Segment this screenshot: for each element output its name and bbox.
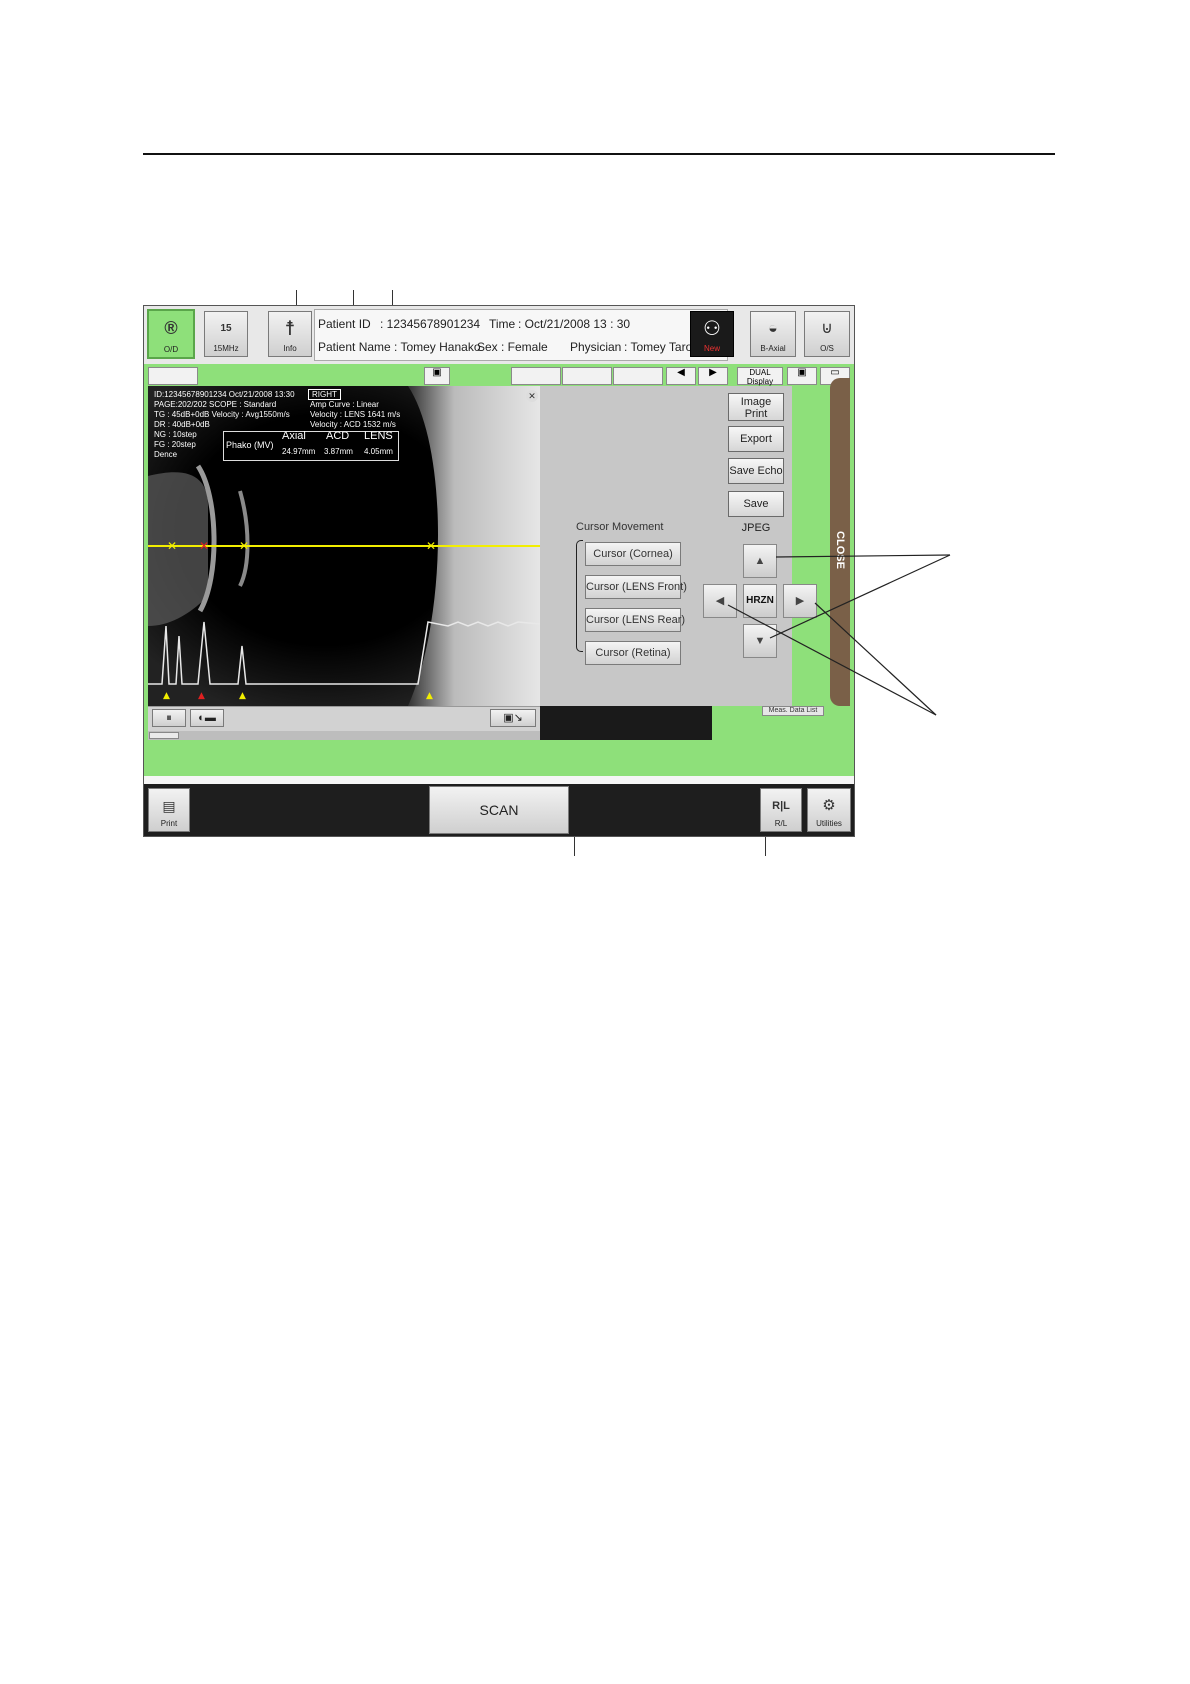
callout-arrows: [727, 554, 951, 716]
